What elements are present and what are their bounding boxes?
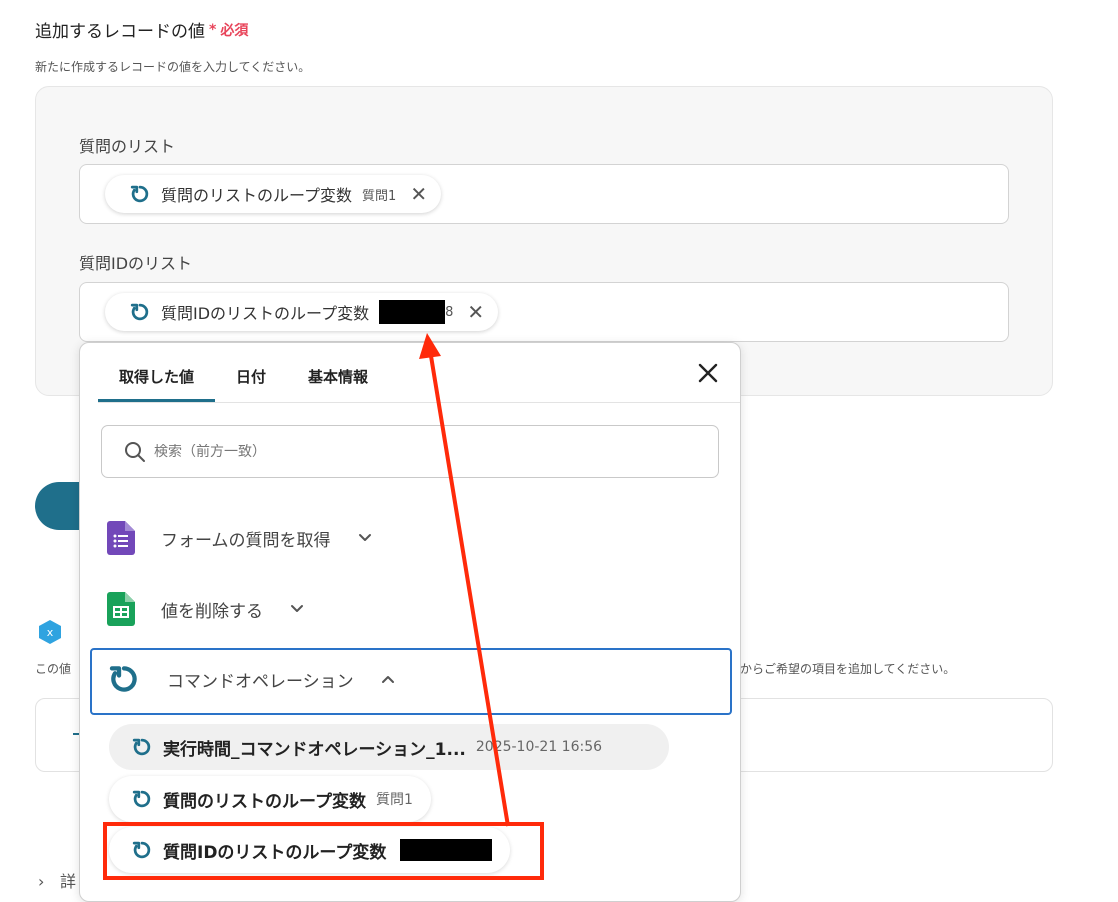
chevron-down-icon [291,605,303,612]
question-id-list-field[interactable]: 質問IDのリストのループ変数 8 ✕ [79,282,1009,342]
tab-divider [98,402,740,403]
loop-icon [130,303,149,321]
search-input[interactable] [154,443,674,460]
svg-text:x: x [47,626,54,639]
search-icon [125,441,145,462]
group-label: 値を削除する [161,601,263,622]
item-value: 質問1 [375,792,413,808]
value-picker-popup: 取得した値 日付 基本情報 フォームの質問を取得 値を削除する コマンドオペレー… [79,342,741,902]
tab-fetched-values[interactable]: 取得した値 [98,343,216,403]
chevron-down-icon [358,534,371,541]
item-value: 2025-10-21 16:56 [475,739,603,755]
field-label-question-id-list: 質問IDのリスト [79,254,193,273]
background-text: からご希望の項目を追加してください。 [740,662,956,676]
chip-label: 質問のリストのループ変数 [161,186,353,205]
required-label: 必須 [220,22,249,39]
chevron-right-icon[interactable]: › [38,872,44,891]
redacted-block [379,300,446,324]
group-delete-values[interactable]: 値を削除する [107,592,305,626]
google-sheets-icon [107,592,135,626]
question-list-chip[interactable]: 質問のリストのループ変数 質問1 ✕ [105,175,442,213]
chip-value: 質問1 [362,188,397,204]
question-list-field[interactable]: 質問のリストのループ変数 質問1 ✕ [79,164,1009,224]
loop-icon [130,185,149,203]
tab-date[interactable]: 日付 [215,343,287,403]
field-label-question-list: 質問のリスト [79,137,176,156]
details-toggle[interactable]: 詳 [60,868,76,892]
tab-basic-info[interactable]: 基本情報 [287,343,389,403]
required-mark: * [209,21,217,38]
popup-tabs: 取得した値 日付 基本情報 [98,343,389,403]
loop-icon [109,666,137,692]
close-icon[interactable] [696,361,720,385]
list-item-execution-time[interactable]: 実行時間_コマンドオペレーション_1... 2025-10-21 16:56 [109,724,669,770]
chip-label: 質問IDのリストのループ変数 [161,304,370,323]
item-label: 質問のリストのループ変数 [163,791,366,812]
app-logo-icon: x [39,620,61,644]
section-title: 追加するレコードの値 * 必須 [35,17,249,43]
loop-icon [132,738,151,756]
loop-icon [132,790,151,808]
list-item-question-list-loop[interactable]: 質問のリストのループ変数 質問1 [109,776,431,822]
chip-value: 8 [379,300,453,324]
highlight-box [103,822,544,880]
remove-chip-icon[interactable]: ✕ [467,300,484,324]
item-label: 実行時間_コマンドオペレーション_1... [163,739,466,760]
chevron-up-icon [381,676,394,683]
search-box[interactable] [101,425,719,478]
group-label: コマンドオペレーション [167,671,354,692]
section-title-text: 追加するレコードの値 [35,22,205,42]
group-form-questions[interactable]: フォームの質問を取得 [107,521,373,555]
group-label: フォームの質問を取得 [161,530,331,551]
question-id-list-chip[interactable]: 質問IDのリストのループ変数 8 ✕ [105,293,499,331]
background-text: この値 [35,662,72,676]
section-description: 新たに作成するレコードの値を入力してください。 [35,60,311,74]
group-command-operation[interactable]: コマンドオペレーション [107,662,396,696]
chip-value-suffix: 8 [445,304,454,320]
google-forms-icon [107,521,135,555]
remove-chip-icon[interactable]: ✕ [410,182,427,206]
